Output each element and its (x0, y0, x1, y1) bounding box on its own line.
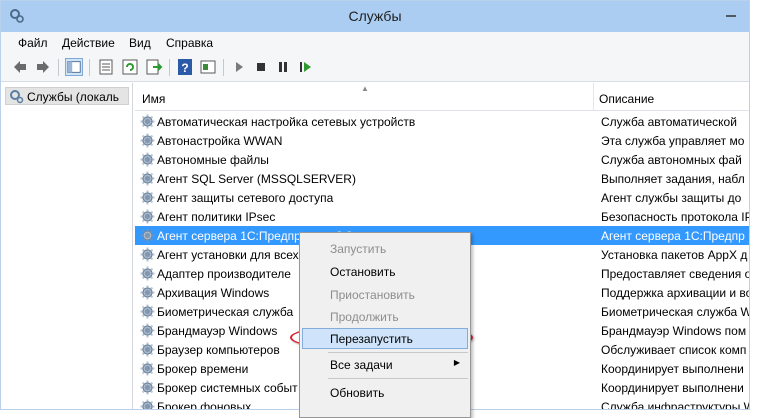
pause-icon[interactable] (274, 58, 292, 76)
menu-item-stop[interactable]: Остановить (330, 265, 396, 279)
column-divider[interactable] (593, 83, 594, 110)
service-description: Биометрическая служба W (601, 305, 750, 319)
service-name: Агент защиты сетевого доступа (157, 191, 334, 205)
context-menu: Запустить Остановить Приостановить Продо… (299, 232, 471, 418)
menu-bar: Файл Действие Вид Справка (1, 32, 749, 55)
column-header-description[interactable]: Описание (599, 92, 654, 106)
minimize-button[interactable] (719, 5, 743, 23)
menu-item-pause[interactable]: Приостановить (330, 288, 415, 302)
service-description: Агент сервера 1С:Предпр (601, 229, 745, 243)
service-name: Архивация Windows (157, 286, 270, 300)
service-name: Автономные файлы (157, 153, 269, 167)
service-name: Агент установки для всех (157, 248, 299, 262)
service-description: Служба автономных фай (601, 153, 742, 167)
service-gear-icon (140, 323, 155, 338)
list-header: ▲ Имя Описание (135, 83, 749, 111)
toolbar: ? (1, 54, 749, 82)
toolbar-separator (223, 59, 224, 76)
service-description: Агент службы защиты до (601, 191, 742, 205)
refresh-icon[interactable] (121, 58, 139, 76)
service-description: Поддержка архивации и во (601, 286, 750, 300)
svg-text:?: ? (181, 61, 188, 75)
column-header-name[interactable]: Имя (142, 92, 165, 106)
service-description: Служба инфраструктуры W (601, 400, 750, 410)
menu-item-restart[interactable]: Перезапустить (330, 332, 413, 346)
service-gear-icon (140, 152, 155, 167)
services-node-icon (10, 90, 24, 104)
resume-icon[interactable] (296, 58, 314, 76)
service-gear-icon (140, 190, 155, 205)
service-gear-icon (140, 171, 155, 186)
service-description: Обслуживает список комп (601, 343, 747, 357)
service-name: Автоматическая настройка сетевых устройс… (157, 115, 416, 129)
service-gear-icon (140, 209, 155, 224)
service-row[interactable]: Агент политики IPsec Безопасность протоко… (135, 207, 749, 226)
service-gear-icon (140, 247, 155, 262)
service-description: Эта служба управляет мо (601, 134, 745, 148)
service-gear-icon (140, 361, 155, 376)
menu-action[interactable]: Действие (62, 36, 115, 50)
service-description: Брандмауэр Windows пом (601, 324, 747, 338)
service-gear-icon (140, 266, 155, 281)
service-description: Выполняет задания, набл (601, 172, 745, 186)
show-tree-icon[interactable] (65, 58, 83, 76)
menu-help[interactable]: Справка (166, 36, 213, 50)
service-row[interactable]: Автономные файлы Служба автономных фай (135, 150, 749, 169)
toolbar-separator (169, 59, 170, 76)
service-gear-icon (140, 133, 155, 148)
back-icon[interactable] (11, 58, 29, 76)
service-name: Брокер системных событ (157, 381, 298, 395)
properties-icon[interactable] (97, 58, 115, 76)
service-gear-icon (140, 114, 155, 129)
sort-ascending-icon: ▲ (361, 84, 369, 93)
service-name: Браузер компьютеров (157, 343, 280, 357)
tree-node-label: Службы (локаль (27, 90, 120, 104)
menu-item-all-tasks[interactable]: Все задачи (330, 358, 393, 372)
service-gear-icon (140, 399, 155, 409)
forward-icon[interactable] (34, 58, 52, 76)
service-description: Координирует выполнени (601, 362, 744, 376)
menu-item-refresh[interactable]: Обновить (330, 386, 384, 400)
service-name: Адаптер производителе (157, 267, 291, 281)
service-description: Безопасность протокола IP (601, 210, 750, 224)
view-icon[interactable] (199, 58, 217, 76)
menu-file[interactable]: Файл (18, 36, 48, 50)
service-name: Брокер фоновых (157, 400, 252, 410)
service-gear-icon (140, 304, 155, 319)
service-name: Агент SQL Server (MSSQLSERVER) (157, 172, 356, 186)
service-description: Установка пакетов AppX д (601, 248, 748, 262)
toolbar-separator (58, 59, 59, 76)
service-row[interactable]: Агент защиты сетевого доступа Агент служб… (135, 188, 749, 207)
service-row[interactable]: Автонастройка WWAN Эта служба управляет м… (135, 131, 749, 150)
service-name: Брокер времени (157, 362, 249, 376)
service-name: Биометрическая служба (157, 305, 294, 319)
help-icon[interactable]: ? (176, 58, 194, 76)
menu-separator (328, 378, 468, 379)
menu-item-start[interactable]: Запустить (330, 242, 386, 256)
title-bar: Службы (1, 1, 749, 32)
service-gear-icon (140, 228, 155, 243)
service-description: Координирует выполнени (601, 381, 744, 395)
service-gear-icon (140, 342, 155, 357)
menu-item-resume[interactable]: Продолжить (330, 310, 399, 324)
play-icon[interactable] (230, 58, 248, 76)
service-gear-icon (140, 380, 155, 395)
service-description: Служба автоматической (601, 115, 737, 129)
service-row[interactable]: Агент SQL Server (MSSQLSERVER) Выполняет … (135, 169, 749, 188)
tree-node-services-local[interactable]: Службы (локаль (5, 87, 129, 105)
toolbar-separator (89, 59, 90, 76)
service-row[interactable]: Автоматическая настройка сетевых устройс… (135, 112, 749, 131)
console-tree: Службы (локаль (1, 83, 133, 409)
menu-view[interactable]: Вид (129, 36, 151, 50)
service-name: Агент политики IPsec (157, 210, 276, 224)
export-icon[interactable] (145, 58, 163, 76)
service-description: Предоставляет сведения о (601, 267, 750, 281)
service-name: Автонастройка WWAN (157, 134, 283, 148)
service-name: Брандмауэр Windows (157, 324, 278, 338)
submenu-arrow-icon: ▶ (453, 358, 460, 367)
stop-icon[interactable] (252, 58, 270, 76)
menu-separator (328, 352, 468, 353)
service-gear-icon (140, 285, 155, 300)
window-title: Службы (348, 8, 402, 24)
